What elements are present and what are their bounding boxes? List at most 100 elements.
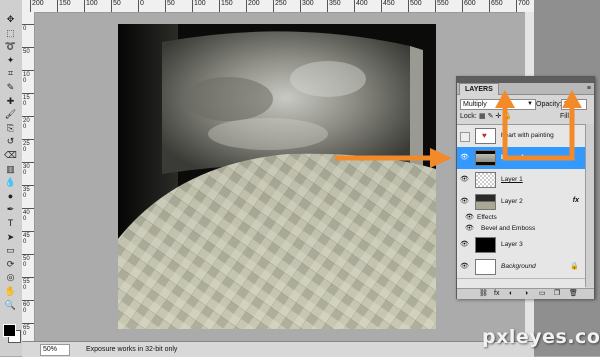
eye-icon[interactable]: 👁 bbox=[460, 154, 469, 162]
heart-icon: ♥ bbox=[482, 131, 487, 140]
eye-icon[interactable]: 👁 bbox=[465, 214, 474, 222]
layer-name: Layer 1 bbox=[501, 176, 523, 183]
ruler-tick-label: 450 bbox=[23, 233, 30, 245]
brush-tool-icon[interactable]: 🖌 bbox=[4, 109, 17, 120]
lock-move-icon[interactable]: ✛ bbox=[495, 113, 501, 120]
crop-tool-icon[interactable]: ⌗ bbox=[4, 68, 17, 79]
ruler-tick-label: 350 bbox=[327, 0, 341, 12]
vertical-ruler: 0 50 100 150 200 250 300 350 400 450 500 550 600 650 bbox=[22, 12, 35, 341]
path-select-tool-icon[interactable]: ➤ bbox=[4, 232, 17, 243]
layer-name: Layer 2 bbox=[501, 197, 523, 205]
foreground-color-swatch[interactable] bbox=[3, 324, 16, 337]
lock-all-icon[interactable]: 🔒 bbox=[503, 113, 512, 120]
ruler-tick bbox=[22, 116, 34, 117]
layer-row[interactable]: 👁 Layer 1 bbox=[457, 169, 585, 192]
ruler-tick-label: 300 bbox=[300, 0, 314, 12]
eraser-tool-icon[interactable]: ⌫ bbox=[4, 150, 17, 161]
ruler-tick-label: 350 bbox=[23, 187, 30, 199]
eye-icon[interactable]: 👁 bbox=[460, 198, 469, 206]
visibility-off-icon[interactable] bbox=[460, 132, 470, 142]
layer-row[interactable]: ♥ heart with painting bbox=[457, 125, 585, 148]
gradient-tool-icon[interactable]: ▥ bbox=[4, 164, 17, 175]
eye-icon[interactable]: 👁 bbox=[460, 263, 469, 271]
opacity-label: Opacity: bbox=[536, 101, 562, 108]
ruler-tick-label: 200 bbox=[30, 0, 44, 12]
ruler-tick-label: 100 bbox=[84, 0, 98, 12]
dodge-tool-icon[interactable]: ● bbox=[4, 191, 17, 202]
layer-row[interactable]: 👁 Background 🔒 bbox=[457, 256, 585, 279]
3d-orbit-tool-icon[interactable]: ◎ bbox=[4, 272, 17, 283]
layer-thumbnail bbox=[475, 172, 496, 188]
lock-label: Lock: bbox=[460, 113, 477, 120]
eye-icon[interactable]: 👁 bbox=[465, 225, 474, 233]
ruler-tick-label: 650 bbox=[489, 0, 503, 12]
new-layer-icon[interactable]: ❐ bbox=[554, 289, 560, 299]
hand-tool-icon[interactable]: ✋ bbox=[4, 286, 17, 297]
link-layers-icon[interactable]: ⛓ bbox=[479, 289, 488, 299]
quick-select-tool-icon[interactable]: ✦ bbox=[4, 55, 17, 66]
layer-name: Effects bbox=[477, 213, 497, 221]
opacity-input[interactable]: 89% bbox=[561, 99, 587, 110]
chevron-down-icon: ▼ bbox=[527, 101, 533, 107]
layer-row[interactable]: 👁 Layer 4 bbox=[457, 147, 585, 170]
clone-stamp-tool-icon[interactable]: ⎘ bbox=[4, 123, 17, 134]
zoom-level-field[interactable]: 50% bbox=[40, 344, 70, 356]
eye-icon[interactable]: 👁 bbox=[460, 176, 469, 184]
healing-tool-icon[interactable]: ✚ bbox=[4, 96, 17, 107]
lasso-tool-icon[interactable]: ➰ bbox=[4, 41, 17, 52]
ruler-tick bbox=[22, 139, 34, 140]
ruler-tick bbox=[22, 162, 34, 163]
lock-transparency-icon[interactable]: ▦ bbox=[479, 113, 486, 120]
blend-mode-select[interactable]: Multiply ▼ bbox=[460, 99, 536, 110]
3d-rotate-tool-icon[interactable]: ⟳ bbox=[4, 259, 17, 270]
eye-icon[interactable]: 👁 bbox=[460, 241, 469, 249]
ruler-tick bbox=[22, 254, 34, 255]
move-tool-icon[interactable]: ✥ bbox=[4, 14, 17, 25]
layer-name: heart with painting bbox=[501, 132, 554, 139]
ruler-tick-label: 100 bbox=[192, 0, 206, 12]
layers-panel: LAYERS ≡ Multiply ▼ Opacity: 89% Lock: ▦… bbox=[456, 76, 595, 299]
blur-tool-icon[interactable]: 💧 bbox=[4, 177, 17, 188]
group-folder-icon[interactable]: ▭ bbox=[539, 289, 546, 299]
fx-icon[interactable]: fx bbox=[573, 197, 579, 204]
status-message: Exposure works in 32-bit only bbox=[86, 346, 178, 353]
ruler-tick-label: 700 bbox=[516, 0, 530, 12]
ruler-tick-label: 400 bbox=[354, 0, 368, 12]
ruler-tick-label: 550 bbox=[435, 0, 449, 12]
ruler-tick-label: 500 bbox=[23, 256, 30, 268]
layer-mask-icon[interactable]: ◐ bbox=[509, 289, 513, 299]
panel-tab-bar: LAYERS ≡ bbox=[457, 83, 594, 95]
marquee-tool-icon[interactable]: ⬚ bbox=[4, 28, 17, 39]
document-canvas[interactable] bbox=[118, 24, 436, 329]
ruler-tick-label: 50 bbox=[165, 0, 175, 12]
ruler-tick bbox=[22, 70, 34, 71]
layer-row[interactable]: 👁 Layer 3 bbox=[457, 234, 585, 257]
ruler-tick-label: 600 bbox=[462, 0, 476, 12]
ruler-tick bbox=[22, 208, 34, 209]
ruler-tick bbox=[22, 93, 34, 94]
adjustment-layer-icon[interactable]: ◑ bbox=[524, 289, 528, 299]
tab-layers[interactable]: LAYERS bbox=[459, 83, 499, 95]
ruler-tick-label: 400 bbox=[23, 210, 30, 222]
ruler-tick-label: 200 bbox=[246, 0, 260, 12]
fx-icon[interactable]: fx bbox=[494, 289, 499, 299]
fill-label: Fill: bbox=[560, 113, 571, 120]
type-tool-icon[interactable]: T bbox=[4, 218, 17, 229]
lock-paint-icon[interactable]: ✎ bbox=[488, 113, 494, 120]
zoom-tool-icon[interactable]: 🔍 bbox=[4, 300, 17, 311]
horizontal-ruler: 200 150 100 50 0 50 100 150 200 250 300 350 400 450 50… bbox=[22, 0, 534, 13]
panel-scrollbar[interactable] bbox=[585, 124, 594, 287]
ruler-tick-label: 50 bbox=[23, 49, 30, 55]
layer-row[interactable]: 👁 Layer 2 fx bbox=[457, 191, 585, 213]
ruler-tick-label: 0 bbox=[23, 26, 27, 32]
shape-tool-icon[interactable]: ▭ bbox=[4, 245, 17, 256]
eyedropper-tool-icon[interactable]: ✎ bbox=[4, 82, 17, 93]
panel-menu-icon[interactable]: ≡ bbox=[587, 83, 591, 94]
panel-footer: ⛓ fx ◐ ◑ ▭ ❐ 🗑 bbox=[457, 288, 594, 299]
layer-thumbnail: ♥ bbox=[475, 128, 496, 144]
layer-list[interactable]: ♥ heart with painting 👁 Layer 4 👁 Layer 1 👁 Lay… bbox=[457, 124, 585, 288]
pen-tool-icon[interactable]: ✒ bbox=[4, 204, 17, 215]
trash-icon[interactable]: 🗑 bbox=[569, 289, 578, 299]
tools-panel: ✥ ⬚ ➰ ✦ ⌗ ✎ ✚ 🖌 ⎘ ↺ ⌫ ▥ 💧 ● ✒ T ➤ ▭ ⟳ ◎ ✋ 🔍 bbox=[0, 0, 23, 356]
history-brush-tool-icon[interactable]: ↺ bbox=[4, 136, 17, 147]
